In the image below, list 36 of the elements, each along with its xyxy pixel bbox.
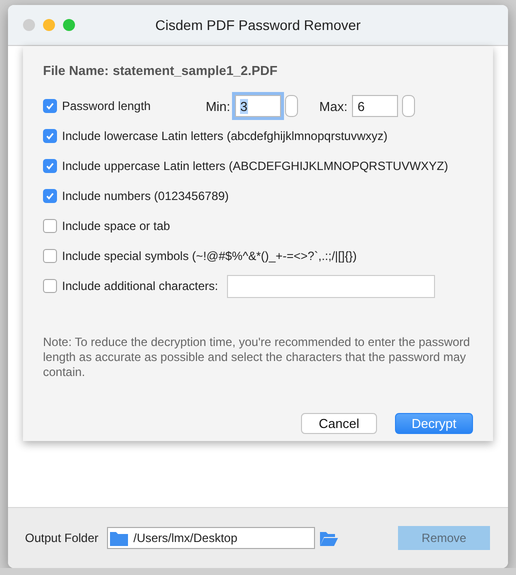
checkbox[interactable] xyxy=(43,129,57,143)
option-label: Include special symbols (~!@#$%^&*()_+-=<>?`,.:;/|[]{}) xyxy=(62,249,357,263)
option-label: Include lowercase Latin letters (abcdefghijklmnopqrstuvwxyz) xyxy=(62,129,388,143)
close-icon[interactable] xyxy=(23,19,35,31)
zoom-icon[interactable] xyxy=(63,19,75,31)
checkbox[interactable] xyxy=(43,99,57,113)
output-folder-label: Output Folder xyxy=(25,531,98,545)
file-label: File Name: xyxy=(43,63,109,78)
option-label: Include additional characters: xyxy=(62,279,218,293)
input-field[interactable] xyxy=(227,274,436,298)
option-label: Include space or tab xyxy=(62,219,170,233)
checkbox[interactable] xyxy=(43,279,57,293)
checkmark-icon xyxy=(45,191,55,201)
window-title: Cisdem PDF Password Remover xyxy=(155,17,361,33)
option-label: Include uppercase Latin letters (ABCDEFGHIJKLMNOPQRSTUVWXYZ) xyxy=(62,159,448,173)
open-folder-icon[interactable] xyxy=(319,530,340,546)
max-field[interactable]: 6 xyxy=(352,95,398,117)
checkbox[interactable] xyxy=(43,249,57,263)
checkbox[interactable] xyxy=(43,159,57,173)
checkmark-icon xyxy=(45,161,55,171)
cancel-button[interactable]: Cancel xyxy=(301,413,377,434)
max-label: Max: xyxy=(319,98,348,114)
checkmark-icon xyxy=(45,131,55,141)
checkbox[interactable] xyxy=(43,189,57,203)
path-field[interactable]: /Users/lmx/Desktop xyxy=(107,527,316,549)
folder-icon xyxy=(110,530,128,546)
file-name: statement_sample1_2.PDF xyxy=(112,63,278,78)
checkmark-icon xyxy=(45,101,55,111)
checkbox[interactable] xyxy=(43,219,57,233)
note-text: Note: To reduce the decryption time, you're recommended to enter the password length as accurate as possible and select the characters that the password may contain. xyxy=(43,335,471,380)
option-label: Include numbers (0123456789) xyxy=(62,189,229,203)
path-text: /Users/lmx/Desktop xyxy=(133,531,238,545)
minimize-icon[interactable] xyxy=(43,19,55,31)
min-label: Min: xyxy=(206,98,230,114)
option-label: Password length xyxy=(62,99,151,113)
min-field[interactable]: 3 xyxy=(235,95,282,117)
